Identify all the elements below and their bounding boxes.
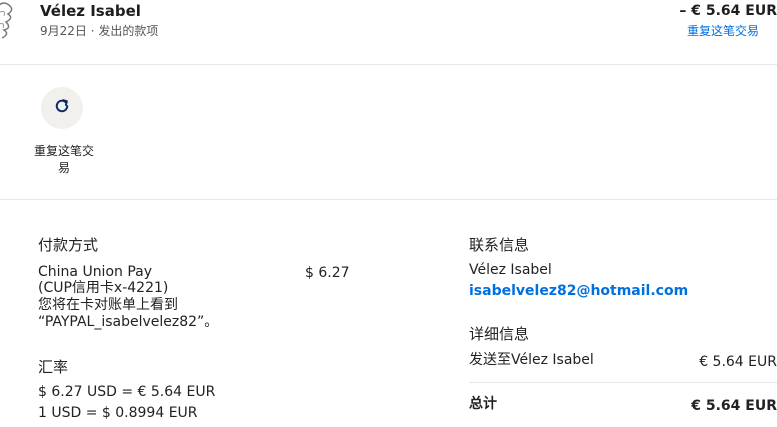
repeat-transaction-label: 重复这笔交易 — [33, 144, 94, 175]
contact-email-link[interactable]: isabelvelez82@hotmail.com — [469, 283, 688, 299]
repeat-transaction-link[interactable]: 重复这笔交易 — [687, 22, 759, 39]
statement-note: 您将在卡对账单上看到 — [38, 297, 178, 313]
details-title: 详细信息 — [469, 325, 530, 343]
transaction-amount: – € 5.64 EUR — [679, 3, 777, 19]
exchange-conversion: $ 6.27 USD = € 5.64 EUR — [38, 384, 216, 400]
divider — [469, 382, 777, 383]
exchange-rate: 1 USD = $ 0.8994 EUR — [38, 405, 198, 421]
payment-method-title: 付款方式 — [38, 236, 99, 254]
repeat-transaction-button[interactable] — [41, 87, 83, 129]
divider — [0, 64, 777, 65]
avatar — [0, 0, 18, 40]
refresh-icon — [53, 97, 71, 119]
total-amount: € 5.64 EUR — [691, 398, 777, 414]
contact-info-title: 联系信息 — [469, 236, 530, 254]
sent-to-amount: € 5.64 EUR — [699, 354, 777, 370]
sent-to-label: 发送至Vélez Isabel — [469, 352, 594, 368]
total-label: 总计 — [469, 396, 497, 412]
recipient-name: Vélez Isabel — [40, 2, 141, 20]
payment-method-name: China Union Pay — [38, 264, 153, 280]
divider — [0, 199, 777, 200]
exchange-rate-title: 汇率 — [38, 358, 69, 376]
transaction-subtitle: 9月22日 · 发出的款项 — [40, 24, 159, 38]
payment-amount: $ 6.27 — [305, 265, 350, 281]
payment-card: (CUP信用卡x-4221) — [38, 280, 169, 296]
contact-name: Vélez Isabel — [469, 262, 552, 278]
statement-descriptor: “PAYPAL_isabelvelez82”。 — [38, 314, 219, 330]
